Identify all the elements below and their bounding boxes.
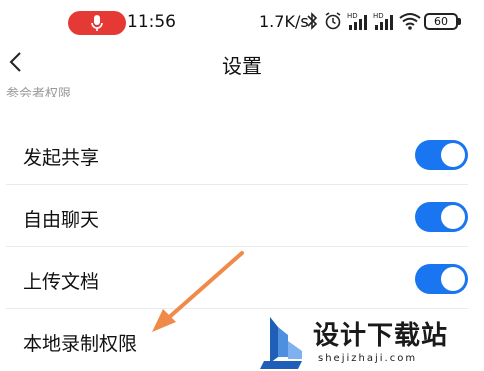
toggle-knob (441, 205, 465, 229)
signal-icon: HD (373, 12, 393, 30)
microphone-icon (91, 15, 103, 31)
battery-indicator: 60 (424, 13, 458, 30)
divider (6, 184, 468, 185)
setting-label: 发起共享 (23, 147, 100, 169)
setting-label: 本地录制权限 (23, 333, 138, 355)
battery-cap (458, 18, 461, 25)
alarm-icon (325, 12, 341, 30)
bluetooth-icon (307, 12, 318, 30)
divider (6, 246, 468, 247)
signal-hd-label: HD (373, 12, 384, 20)
network-speed: 1.7K/s (259, 12, 309, 31)
signal-icon: HD (347, 12, 367, 30)
share-toggle[interactable] (415, 140, 468, 170)
status-clock: 11:56 (127, 12, 176, 32)
wifi-icon (399, 13, 421, 30)
setting-row-chat[interactable]: 自由聊天 (6, 187, 468, 247)
signal-hd-label: HD (347, 12, 358, 20)
watermark-text: 设计下载站 (313, 321, 449, 351)
watermark-logo-icon (260, 317, 302, 369)
setting-row-share[interactable]: 发起共享 (6, 125, 468, 185)
setting-label: 上传文档 (23, 271, 100, 293)
toggle-knob (441, 143, 465, 167)
watermark-url: shejizhaji.com (318, 353, 418, 364)
section-label: 参会者权限 (6, 87, 72, 97)
setting-row-upload[interactable]: 上传文档 (6, 249, 468, 309)
page-title: 设置 (222, 54, 262, 78)
status-bar: 11:56 1.7K/s HD HD 60 (0, 0, 484, 44)
chat-toggle[interactable] (415, 202, 468, 232)
watermark: 设计下载站 shejizhaji.com (258, 313, 484, 371)
recording-indicator[interactable] (68, 11, 126, 35)
divider (6, 308, 468, 309)
upload-toggle[interactable] (415, 264, 468, 294)
setting-label: 自由聊天 (23, 209, 100, 231)
toggle-knob (441, 267, 465, 291)
